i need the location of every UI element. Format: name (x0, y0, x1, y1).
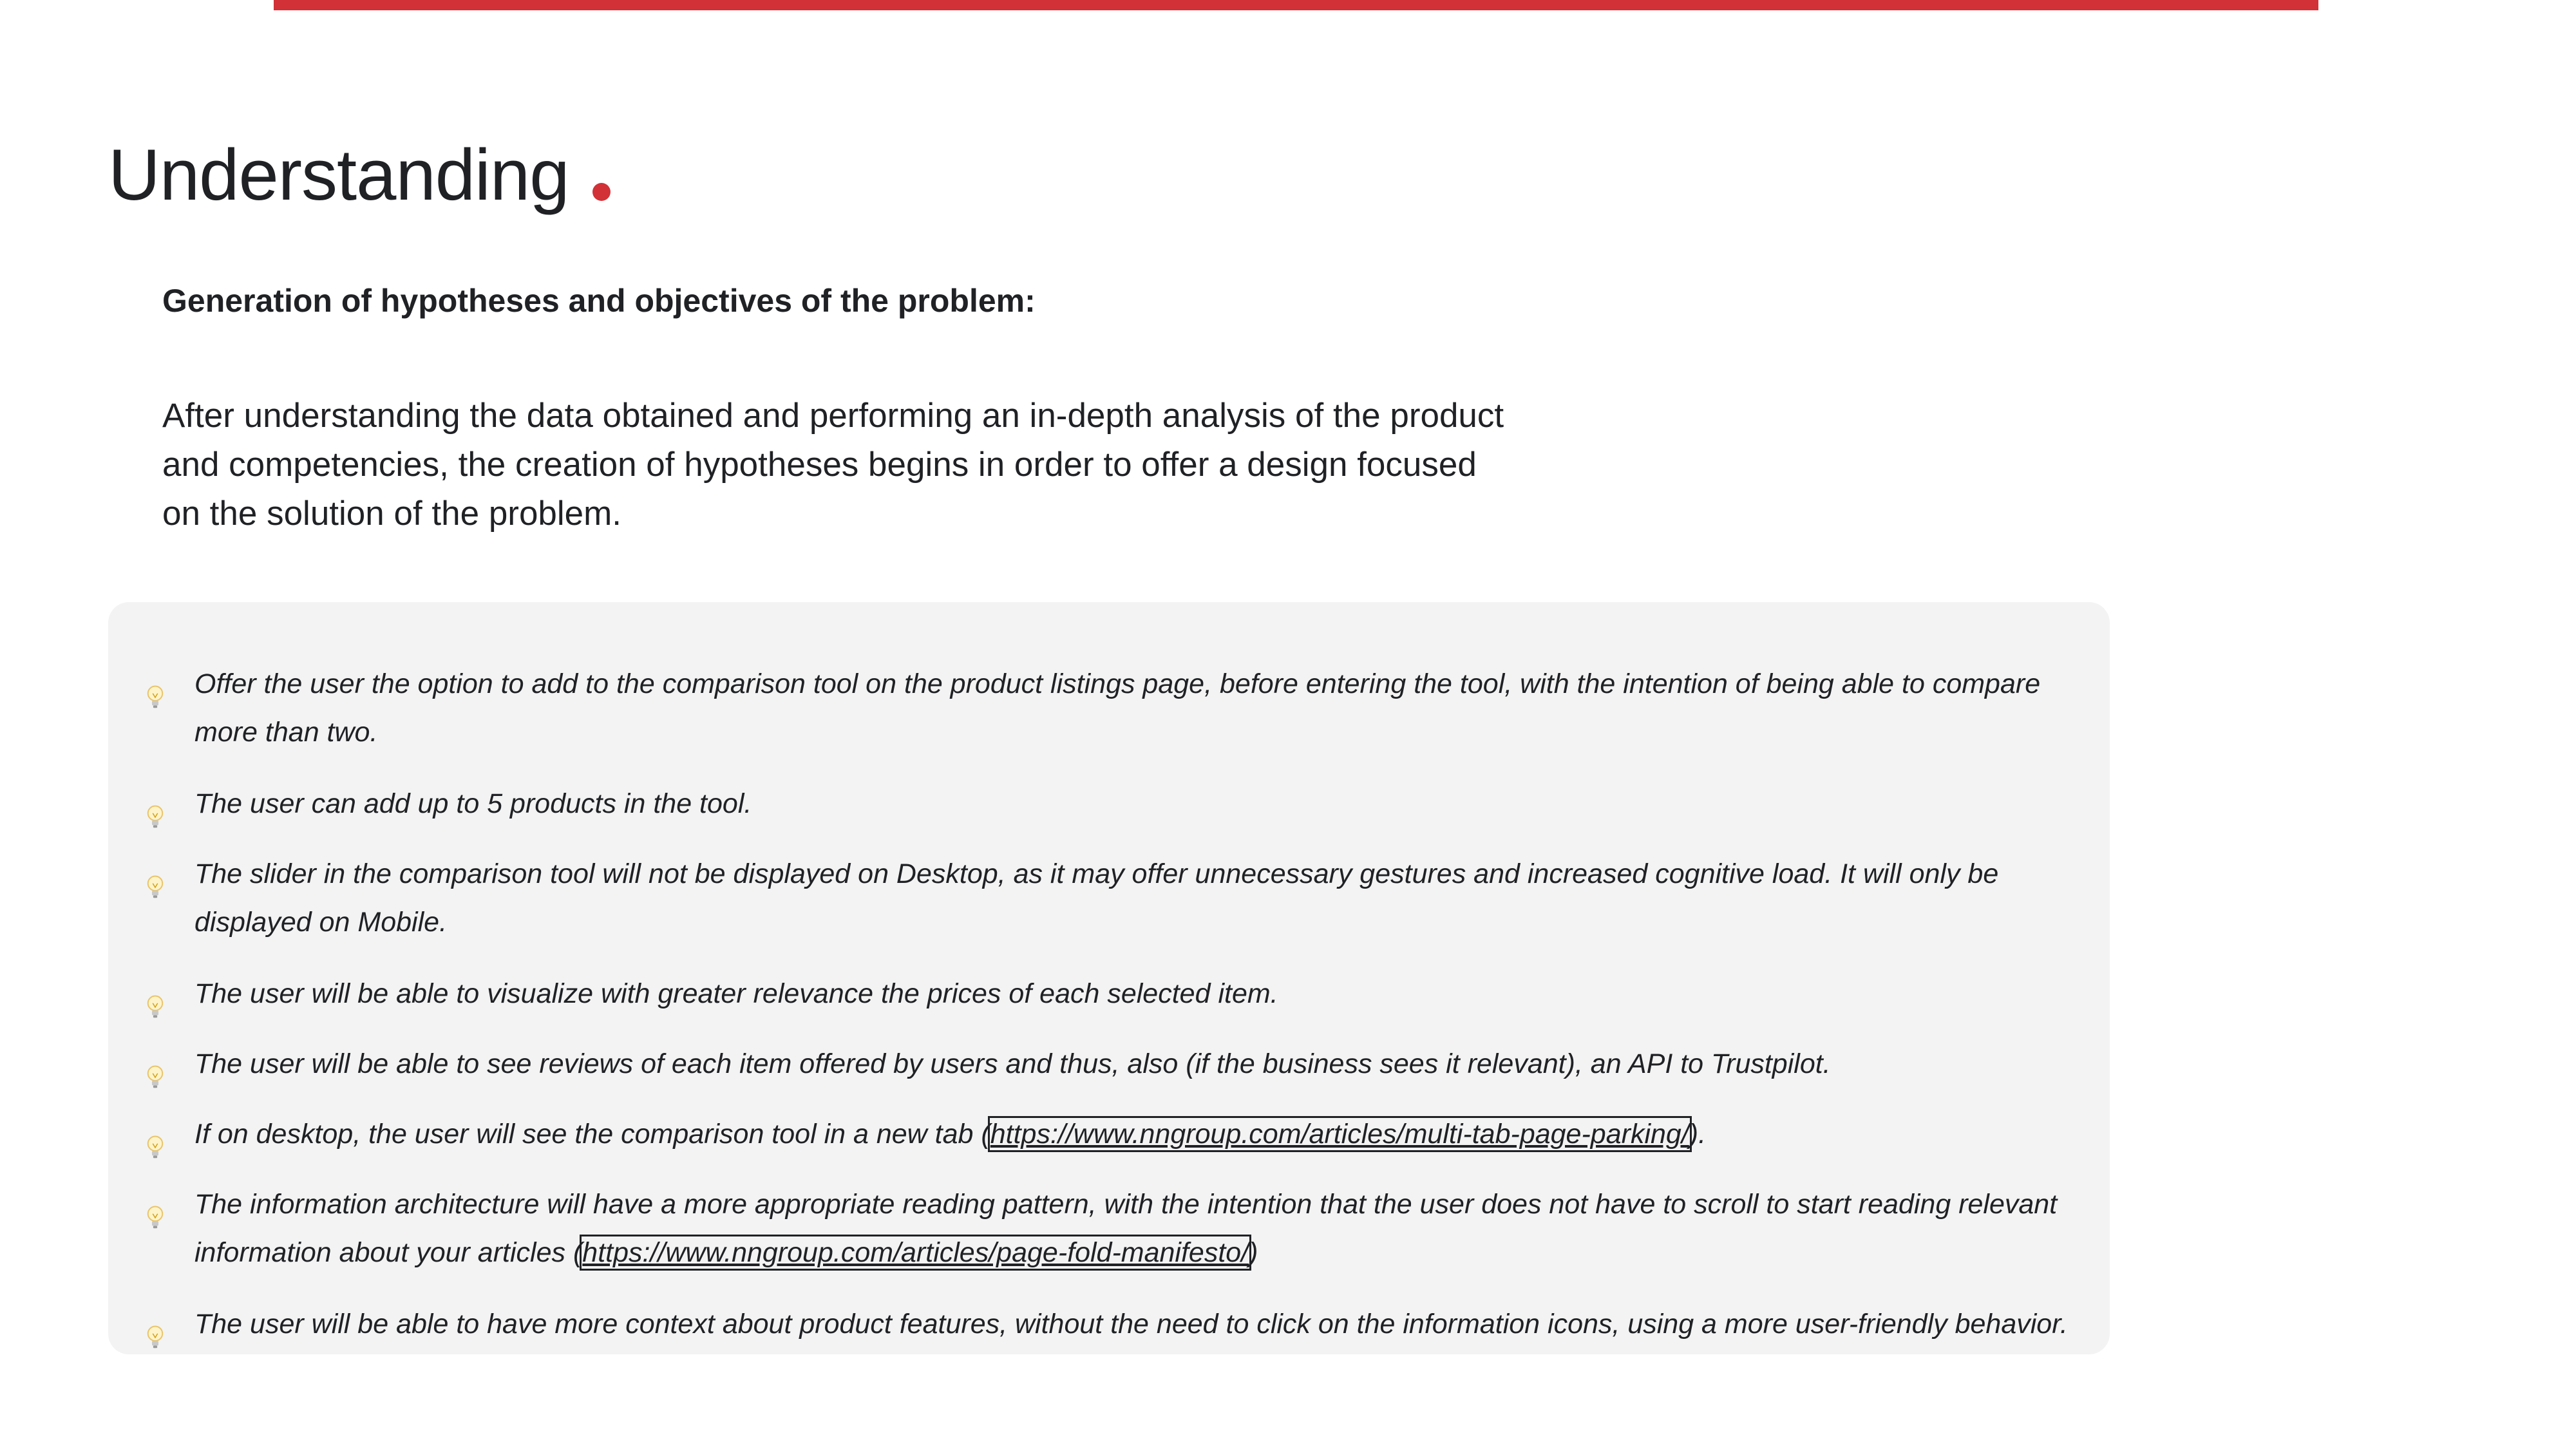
lightbulb-icon (147, 805, 164, 828)
intro-paragraph: After understanding the data obtained an… (162, 397, 1504, 533)
lightbulb-icon (147, 1206, 164, 1229)
title-dot-icon (592, 183, 611, 201)
hypothesis-text: If on desktop, the user will see the com… (194, 1110, 2101, 1159)
top-accent-bar (274, 0, 2318, 10)
hypothesis-text: The information architecture will have a… (194, 1180, 2101, 1277)
lightbulb-icon (147, 1325, 164, 1349)
page-title: Understanding (108, 135, 569, 215)
section-heading: Generation of hypotheses and objectives … (162, 283, 1036, 319)
lightbulb-icon (147, 995, 164, 1018)
lightbulb-icon (147, 685, 164, 708)
hypothesis-text: The user will be able to visualize with … (194, 978, 1278, 1009)
hypothesis-text: The user will be able to have more conte… (194, 1309, 2068, 1340)
nngroup-page-fold-link[interactable]: https://www.nngroup.com/articles/page-fo… (580, 1235, 1252, 1271)
nngroup-multi-tab-link[interactable]: https://www.nngroup.com/articles/multi-t… (987, 1116, 1692, 1152)
hypothesis-text: The slider in the comparison tool will n… (194, 858, 1999, 938)
hypotheses-callout: Offer the user the option to add to the … (108, 602, 2110, 1354)
hypothesis-text-before: If on desktop, the user will see the com… (194, 1119, 990, 1150)
page-title-wrap: Understanding (108, 132, 611, 218)
hypothesis-text-after: ). (1689, 1119, 1707, 1150)
hypothesis-text-after: ) (1249, 1237, 1258, 1268)
lightbulb-icon (147, 1135, 164, 1159)
hypothesis-text: The user can add up to 5 products in the… (194, 788, 752, 819)
lightbulb-icon (147, 875, 164, 898)
lightbulb-icon (147, 1065, 164, 1088)
hypothesis-text: Offer the user the option to add to the … (194, 668, 2041, 748)
hypothesis-text: The user will be able to see reviews of … (194, 1048, 1831, 1079)
